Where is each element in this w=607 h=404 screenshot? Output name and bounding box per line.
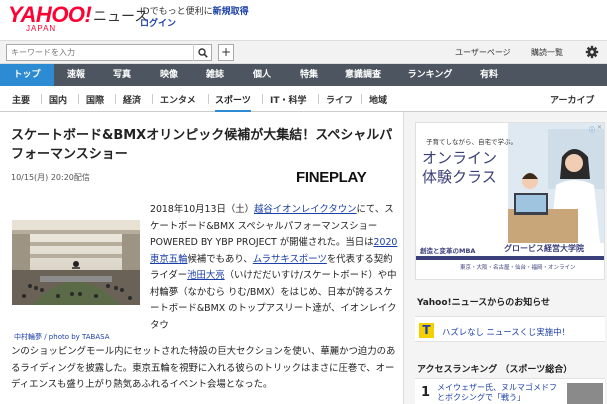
user-page-link[interactable]: ユーザーページ [455,47,511,58]
ranking-heading: アクセスランキング （スポーツ総合） [417,365,573,375]
notice-link[interactable]: ハズレなし ニュースくじ実施中！ [442,326,570,338]
nav-tab-video[interactable]: 映像 [146,64,192,86]
ad-tagline: 子育てしながら、自宅で学ぶ。 [426,138,517,146]
nav-tab-breaking[interactable]: 速報 [54,64,98,86]
article-body: 2018年10月13日（土）越谷イオンレイクタウンにて、スケートボード&BMX … [150,202,398,334]
signup-link[interactable]: 新規取得 [213,7,249,17]
divider [41,94,42,104]
ad-info-icon[interactable]: ⓘ [589,125,595,134]
site-header: YAHOO! JAPAN ニュース IDでもっと便利に新規取得 ログイン [0,0,607,40]
sidebar: ⓘ ✕ 子育てしながら、自宅で学ぶ。 オンライン 体験クラス 創造と変革のMBA… [404,112,607,404]
divider [208,94,209,104]
ad-footer-brand: グロービス経営大学院 [504,244,584,253]
gear-icon[interactable] [585,45,599,59]
main-nav: トップ 速報 写真 映像 雑誌 個人 特集 意識調査 ランキング 有料 [0,64,607,86]
nav-tab-photos[interactable]: 写真 [98,64,146,86]
nav-tab-paid[interactable]: 有料 [466,64,512,86]
divider [78,94,79,104]
divider [115,94,116,104]
divider [318,94,319,104]
archive-link[interactable]: アーカイブ [550,93,594,106]
ad-title: オンライン 体験クラス [422,149,497,187]
ranking-item[interactable]: 1 メイウェザー氏、ヌルマゴメドフとボクシングで「戦う」 [415,378,605,404]
close-icon[interactable]: ✕ [597,125,604,132]
nav-tab-individual[interactable]: 個人 [238,64,286,86]
divider [262,94,263,104]
divider [361,94,362,104]
ranking-number: 1 [421,385,431,400]
add-button[interactable]: + [218,44,234,61]
divider [152,94,153,104]
body-text: 候補でもあり、 [187,253,253,265]
search-input[interactable] [6,44,212,61]
search-icon [198,47,208,58]
ad-divider [416,256,604,260]
yahoo-logo-sub: JAPAN [26,24,57,33]
nav-tab-magazines[interactable]: 雑誌 [192,64,238,86]
nav-tab-survey[interactable]: 意識調査 [332,64,394,86]
advertisement[interactable]: ⓘ ✕ 子育てしながら、自宅で学ぶ。 オンライン 体験クラス 創造と変革のMBA… [415,122,605,280]
yahoo-logo[interactable]: YAHOO! [8,4,92,26]
category-economy[interactable]: 経済 [123,93,141,106]
ad-title-line: 体験クラス [422,168,497,186]
ad-illustration [508,123,604,243]
search-button[interactable] [193,44,212,61]
body-link-ikeda[interactable]: 池田大亮 [187,270,225,281]
notice-item[interactable]: T ハズレなし ニュースくじ実施中！ [415,316,605,342]
body-text: 2018年10月13日（土） [150,204,254,215]
article-dateline: 10/15(月) 20:20配信 [11,173,90,182]
search-toolbar: + ユーザーページ 購読一覧 [0,40,607,64]
ranking-title[interactable]: メイウェザー氏、ヌルマゴメドフとボクシングで「戦う」 [437,383,557,403]
category-entertainment[interactable]: エンタメ [160,93,196,106]
login-link[interactable]: ログイン [140,16,176,29]
ad-title-line: オンライン [422,149,498,167]
category-it-science[interactable]: IT・科学 [270,93,307,106]
article-body-continued: ンのショッピングモール内にセットされた特設の巨大セクションを使い、華麗かつ迫力の… [11,346,396,390]
category-international[interactable]: 国際 [86,93,104,106]
category-main[interactable]: 主要 [12,93,30,106]
article-photo[interactable] [12,220,140,305]
article-headline: スケートボード&BMXオリンピック候補が大集結！スペシャルパフォーマンスショー [11,128,393,162]
category-domestic[interactable]: 国内 [49,93,67,106]
ad-footer-locations: 東京・大阪・名古屋・仙台・福岡・オンライン [460,265,576,271]
body-link-murasaki[interactable]: ムラサキスポーツ [253,254,327,265]
body-link-laketown[interactable]: 越谷イオンレイクタウン [254,204,357,215]
subscriptions-link[interactable]: 購読一覧 [531,47,563,58]
category-regional[interactable]: 地域 [369,93,387,106]
photo-caption: 中村輪夢 / photo by TABASA [14,333,110,341]
nav-tab-features[interactable]: 特集 [286,64,332,86]
t-point-icon: T [419,323,434,338]
notice-heading: Yahoo!ニュースからのお知らせ [417,298,551,308]
nav-tab-top[interactable]: トップ [0,64,54,86]
category-sports[interactable]: スポーツ [215,93,251,113]
category-life[interactable]: ライフ [326,93,353,106]
nav-tab-ranking[interactable]: ランキング [394,64,466,86]
category-nav: 主要 国内 国際 経済 エンタメ スポーツ IT・科学 ライフ 地域 アーカイブ [0,86,607,113]
source-logo[interactable]: FINEPLAY [296,169,367,186]
ad-footer-left: 創造と変革のMBA [420,247,476,255]
article: スケートボード&BMXオリンピック候補が大集結！スペシャルパフォーマンスショー … [0,112,404,404]
ranking-thumbnail[interactable] [567,383,603,404]
